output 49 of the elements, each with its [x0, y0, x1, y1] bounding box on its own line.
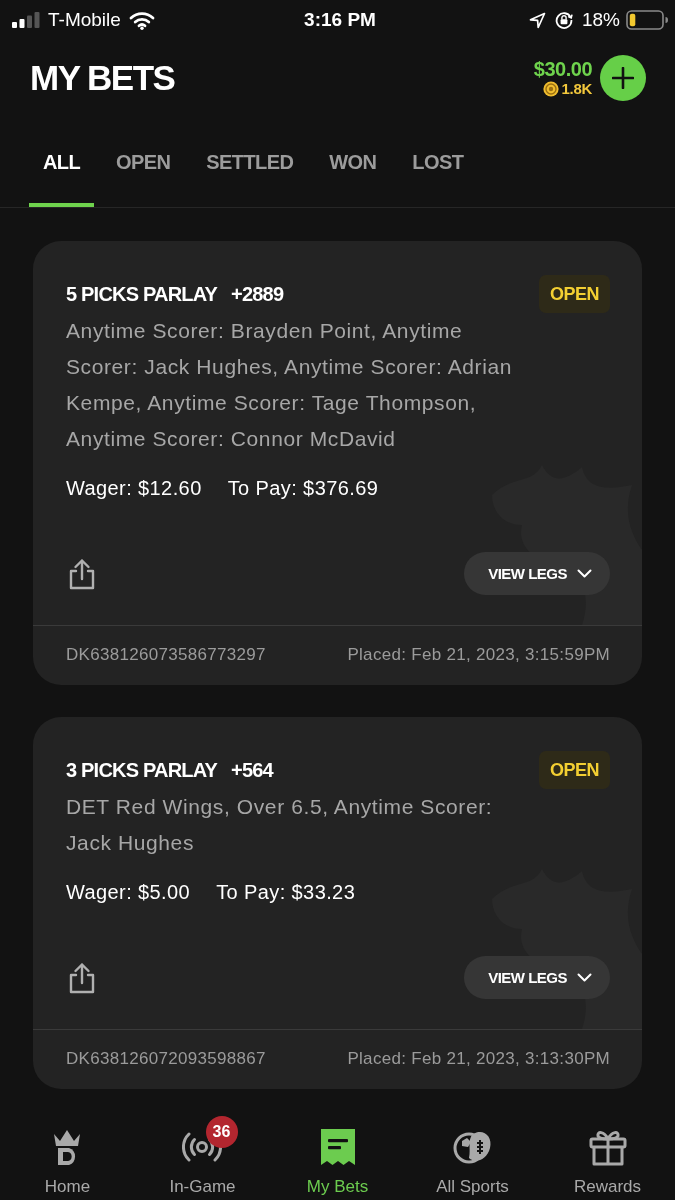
share-icon — [68, 557, 96, 590]
battery-percent: 18% — [581, 9, 620, 31]
bet-id: DK638126073586773297 — [66, 645, 266, 665]
placed-date: Placed: Feb 21, 2023, 3:15:59PM — [347, 645, 610, 665]
placed-date: Placed: Feb 21, 2023, 3:13:30PM — [347, 1049, 610, 1069]
nav-tab[interactable]: Home — [44, 1128, 91, 1197]
bet-odds: +564 — [231, 758, 273, 783]
battery-icon — [626, 10, 668, 30]
nav-tab[interactable]: Rewards — [573, 1128, 642, 1197]
chevron-down-icon — [577, 973, 592, 982]
wager-amount: Wager: $12.60 — [66, 476, 202, 501]
share-button[interactable] — [68, 557, 96, 590]
payout-amount: To Pay: $33.23 — [216, 880, 356, 905]
account-balance: $30.00 — [533, 57, 592, 80]
carrier-name: T-Mobile — [48, 9, 121, 31]
bet-selections: DET Red Wings, Over 6.5, Anytime Scorer: Jack Hughes — [66, 794, 494, 856]
nav-tab[interactable]: All Sports — [436, 1128, 509, 1197]
view-legs-button[interactable]: VIEW LEGS — [464, 552, 610, 595]
filter-tab[interactable]: OPEN — [102, 115, 185, 207]
share-button[interactable] — [68, 961, 96, 994]
rotation-lock-icon — [554, 11, 573, 29]
nav-tab[interactable]: My Bets — [306, 1128, 369, 1197]
location-arrow-icon — [528, 11, 546, 29]
plus-icon — [612, 66, 634, 89]
gift-icon — [587, 1128, 628, 1166]
wifi-icon — [128, 10, 155, 30]
filter-tab[interactable]: SETTLED — [192, 115, 308, 207]
filter-tab[interactable]: ALL — [29, 115, 95, 207]
filter-tab[interactable]: WON — [315, 115, 391, 207]
status-badge: OPEN — [539, 751, 610, 789]
coin-icon — [542, 80, 559, 97]
cellular-signal-icon — [12, 12, 40, 28]
coin-count: 1.8K — [561, 79, 592, 98]
bet-selections: Anytime Scorer: Brayden Point, Anytime Scorer: Jack Hughes, Anytime Scorer: Adrian Kempe, Anytime Scorer: Tage Thompson, Anytime Scorer: Connor McDavid — [66, 318, 513, 452]
bet-title: 3 PICKS PARLAY — [66, 758, 218, 783]
view-legs-button[interactable]: VIEW LEGS — [464, 956, 610, 999]
notification-count: 36 — [205, 1116, 238, 1148]
share-icon — [68, 961, 96, 994]
filter-tab[interactable]: LOST — [398, 115, 478, 207]
chevron-down-icon — [577, 569, 592, 578]
add-funds-button[interactable] — [600, 54, 646, 101]
page-title: MY BETS — [30, 56, 175, 99]
wager-amount: Wager: $5.00 — [66, 880, 191, 905]
clock-time: 3:16 PM — [304, 9, 376, 31]
bet-odds: +2889 — [231, 282, 284, 307]
payout-amount: To Pay: $376.69 — [227, 476, 379, 501]
bet-id: DK638126072093598867 — [66, 1049, 266, 1069]
status-badge: OPEN — [539, 275, 610, 313]
bet-title: 5 PICKS PARLAY — [66, 282, 218, 307]
